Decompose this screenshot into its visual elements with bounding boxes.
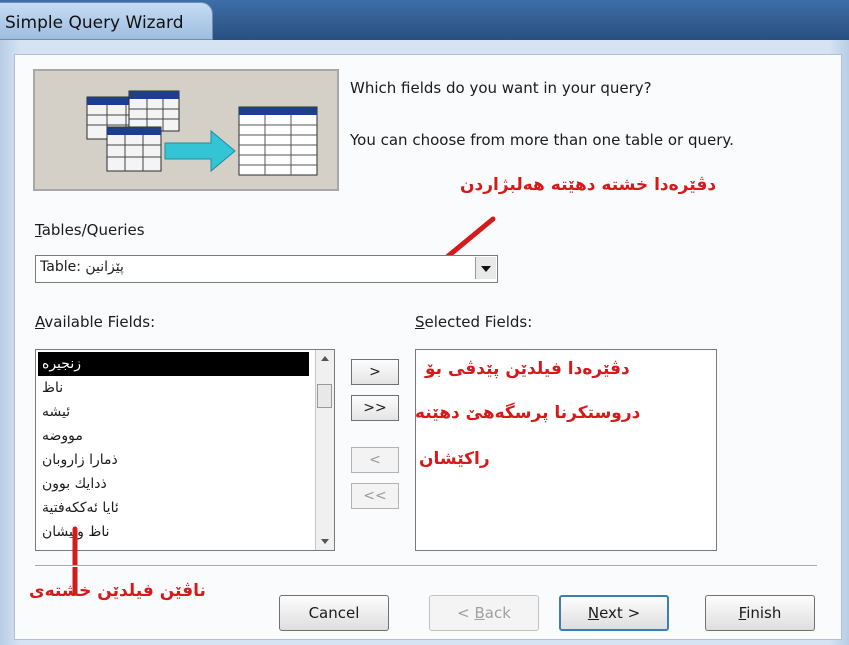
list-item[interactable]: ناظ xyxy=(38,376,309,400)
annotation-selected-info-2: دروستکرنا پرسگەهێ دهێنە xyxy=(415,403,641,423)
available-fields-label: Available Fields: xyxy=(35,313,156,331)
annotation-table-choice: دڤێرەدا خشتە دهێتە هەلبژاردن xyxy=(460,175,717,195)
annotation-fields-source: ناڤێن فیلدێن خشتەی xyxy=(29,581,206,601)
back-button[interactable]: < Back xyxy=(429,595,539,631)
available-fields-list[interactable]: زنجیرە ناظ ئیشە مووضە ذمارا زاروبان ذدای… xyxy=(35,349,335,551)
tables-queries-label: Tables/Queries xyxy=(35,221,145,239)
list-item[interactable]: زنجیرە xyxy=(38,352,309,376)
wizard-window: Which fields do you want in your query? … xyxy=(0,40,849,645)
next-button[interactable]: Next > xyxy=(559,595,669,631)
divider xyxy=(35,565,817,567)
tables-queries-value: Table: پێزانین xyxy=(40,259,124,275)
combo-dropdown-button[interactable] xyxy=(475,257,496,279)
chevron-down-icon xyxy=(481,266,491,272)
window-title: Simple Query Wizard xyxy=(5,13,184,33)
remove-all-fields-button[interactable]: << xyxy=(351,483,399,509)
scroll-down-icon[interactable] xyxy=(316,532,334,550)
scroll-up-icon[interactable] xyxy=(316,350,334,368)
available-fields-scrollbar[interactable] xyxy=(315,350,334,550)
list-item[interactable]: ئیشە xyxy=(38,400,309,424)
add-all-fields-button[interactable]: >> xyxy=(351,395,399,421)
scrollbar-thumb[interactable] xyxy=(317,384,332,408)
selected-fields-label: Selected Fields: xyxy=(415,313,533,331)
remove-field-button[interactable]: < xyxy=(351,447,399,473)
instruction-hint: You can choose from more than one table … xyxy=(350,131,734,149)
wizard-illustration xyxy=(33,69,339,191)
title-tab: Simple Query Wizard xyxy=(0,2,213,40)
list-item[interactable]: ئایا ئەككەفتیة xyxy=(38,496,309,520)
list-item[interactable]: ذدایك بوون xyxy=(38,472,309,496)
annotation-selected-info-1: دڤێرەدا فیلدێن پێدڤی بۆ xyxy=(425,359,630,379)
add-field-button[interactable]: > xyxy=(351,359,399,385)
tables-queries-combo[interactable]: Table: پێزانین xyxy=(35,255,498,283)
wizard-panel: Which fields do you want in your query? … xyxy=(14,54,842,640)
cancel-button[interactable]: Cancel xyxy=(279,595,389,631)
list-item[interactable]: مووضە xyxy=(38,424,309,448)
finish-button[interactable]: Finish xyxy=(705,595,815,631)
instruction-question: Which fields do you want in your query? xyxy=(350,79,652,97)
tables-to-query-illustration-icon xyxy=(86,90,318,176)
list-item[interactable]: ذمارا زاروبان xyxy=(38,448,309,472)
title-bar: Simple Query Wizard xyxy=(0,0,849,40)
annotation-selected-info-3: راکێشان xyxy=(419,449,490,469)
